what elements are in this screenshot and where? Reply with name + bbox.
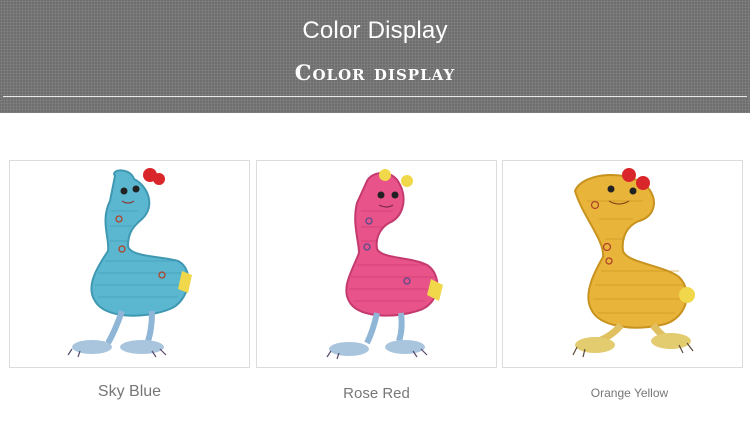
product-card-sky-blue[interactable] [9,160,250,368]
plush-giraffe-image [67,168,192,358]
page-title: Color Display [302,17,448,44]
product-label-sky-blue: Sky Blue [97,383,162,400]
product-card-orange-yellow[interactable] [502,160,743,368]
page-subtitle: Color display [294,60,456,85]
product-label-rose-red: Rose Red [343,385,410,402]
plush-giraffe-image [572,168,695,358]
product-label-orange-yellow: Orange Yellow [590,386,669,400]
divider [3,96,747,97]
header-banner: Color Display Color display [0,0,750,113]
product-card-rose-red[interactable] [256,160,497,368]
plush-giraffe-image [326,169,443,360]
